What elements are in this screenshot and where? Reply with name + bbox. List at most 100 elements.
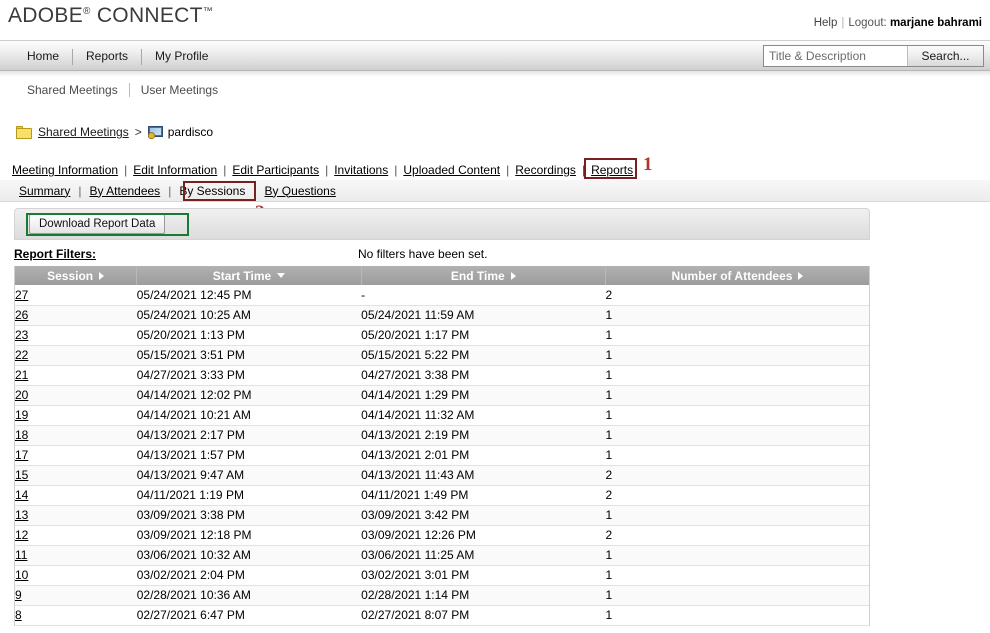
report-toolbar: Download Report Data	[14, 208, 870, 240]
sessions-table: Session Start Time End Time Number of At…	[15, 266, 869, 626]
subnav-item-user-meetings[interactable]: User Meetings	[130, 83, 229, 97]
cell-number-of-attendees: 1	[605, 305, 869, 326]
cell-end-time: 04/11/2021 1:49 PM	[361, 485, 606, 506]
cell-number-of-attendees: 1	[605, 505, 869, 526]
cell-start-time: 04/27/2021 3:33 PM	[136, 365, 362, 386]
session-link[interactable]: 15	[15, 468, 28, 482]
tab-meeting-information[interactable]: Meeting Information	[8, 163, 122, 177]
session-link[interactable]: 11	[15, 548, 27, 562]
tab-reports[interactable]: Reports	[587, 163, 637, 177]
cell-end-time: 03/02/2021 3:01 PM	[361, 565, 606, 586]
breadcrumb-link-shared-meetings[interactable]: Shared Meetings	[38, 125, 129, 139]
sort-arrow-right-icon	[798, 271, 804, 280]
table-row: 23 05/20/2021 1:13 PM 05/20/2021 1:17 PM 1	[15, 325, 869, 346]
session-link[interactable]: 17	[15, 448, 28, 462]
column-header-start-time-label: Start Time	[212, 268, 272, 283]
cell-session: 27	[15, 285, 137, 306]
cell-end-time: 03/06/2021 11:25 AM	[361, 545, 606, 566]
cell-end-time: 04/13/2021 11:43 AM	[361, 465, 606, 486]
tab-separator: |	[506, 163, 510, 177]
session-link[interactable]: 8	[15, 608, 22, 622]
cell-session: 20	[15, 385, 137, 406]
cell-end-time: 05/20/2021 1:17 PM	[361, 325, 606, 346]
cell-end-time: 03/09/2021 12:26 PM	[361, 525, 606, 546]
column-header-end-time[interactable]: End Time	[361, 266, 606, 285]
session-link[interactable]: 9	[15, 588, 22, 602]
meeting-tabs: Meeting Information | Edit Information |…	[0, 154, 990, 180]
trademark-mark-icon: ™	[202, 6, 214, 17]
session-link[interactable]: 19	[15, 408, 28, 422]
cell-number-of-attendees: 1	[605, 325, 869, 346]
report-filters-row: Report Filters: No filters have been set…	[0, 243, 990, 264]
tab-by-sessions[interactable]: By Sessions	[174, 184, 250, 198]
cell-session: 21	[15, 365, 137, 386]
cell-number-of-attendees: 2	[605, 525, 869, 546]
tab-invitations[interactable]: Invitations	[330, 163, 392, 177]
help-link[interactable]: Help	[814, 17, 838, 29]
primary-navbar: Home Reports My Profile Search...	[0, 40, 990, 71]
cell-number-of-attendees: 1	[605, 425, 869, 446]
cell-number-of-attendees: 1	[605, 365, 869, 386]
session-link[interactable]: 10	[15, 568, 28, 582]
session-link[interactable]: 21	[15, 368, 28, 382]
cell-start-time: 04/13/2021 1:57 PM	[136, 445, 362, 466]
breadcrumb-separator: >	[134, 125, 142, 139]
cell-end-time: 04/27/2021 3:38 PM	[361, 365, 606, 386]
sort-arrow-right-icon	[510, 271, 516, 280]
tab-by-questions[interactable]: By Questions	[259, 184, 340, 198]
tab-summary[interactable]: Summary	[14, 184, 75, 198]
session-link[interactable]: 26	[15, 308, 28, 322]
table-row: 26 05/24/2021 10:25 AM 05/24/2021 11:59 AM…	[15, 305, 869, 326]
cell-start-time: 03/09/2021 12:18 PM	[136, 525, 362, 546]
tab-edit-participants[interactable]: Edit Participants	[228, 163, 323, 177]
nav-item-reports[interactable]: Reports	[73, 41, 141, 72]
column-header-session[interactable]: Session	[15, 266, 138, 285]
table-row: 18 04/13/2021 2:17 PM 04/13/2021 2:19 PM 1	[15, 425, 869, 446]
session-link[interactable]: 23	[15, 328, 28, 342]
breadcrumb: Shared Meetings > pardisco	[0, 122, 990, 142]
table-row: 8 02/27/2021 6:47 PM 02/27/2021 8:07 PM 1	[15, 605, 869, 626]
cell-session: 26	[15, 305, 137, 326]
cell-start-time: 02/27/2021 6:47 PM	[136, 605, 362, 626]
table-row: 20 04/14/2021 12:02 PM 04/14/2021 1:29 PM 1	[15, 385, 869, 406]
breadcrumb-current-pardisco: pardisco	[167, 125, 214, 139]
user-name: marjane bahrami	[889, 17, 982, 29]
cell-number-of-attendees: 1	[605, 585, 869, 606]
download-report-data-button[interactable]: Download Report Data	[29, 214, 166, 234]
session-link[interactable]: 14	[15, 488, 28, 502]
session-link[interactable]: 18	[15, 428, 28, 442]
session-link[interactable]: 27	[15, 288, 28, 302]
session-link[interactable]: 13	[15, 508, 28, 522]
nav-item-my-profile[interactable]: My Profile	[142, 41, 221, 72]
search-input[interactable]	[764, 46, 907, 66]
cell-session: 14	[15, 485, 137, 506]
tab-separator: |	[581, 163, 586, 177]
cell-number-of-attendees: 1	[605, 385, 869, 406]
column-header-start-time[interactable]: Start Time	[136, 266, 362, 285]
subnav-item-shared-meetings[interactable]: Shared Meetings	[16, 83, 129, 97]
report-panel: Download Report Data	[14, 208, 870, 240]
table-row: 22 05/15/2021 3:51 PM 05/15/2021 5:22 PM 1	[15, 345, 869, 366]
cell-start-time: 05/24/2021 12:45 PM	[136, 285, 362, 306]
logout-link[interactable]: Logout:	[848, 17, 886, 29]
tab-recordings[interactable]: Recordings	[511, 163, 580, 177]
cell-number-of-attendees: 1	[605, 605, 869, 626]
session-link[interactable]: 12	[15, 528, 28, 542]
session-link[interactable]: 22	[15, 348, 28, 362]
tab-edit-information[interactable]: Edit Information	[129, 163, 221, 177]
tab-by-attendees[interactable]: By Attendees	[84, 184, 165, 198]
session-link[interactable]: 20	[15, 388, 28, 402]
cell-session: 13	[15, 505, 137, 526]
table-row: 21 04/27/2021 3:33 PM 04/27/2021 3:38 PM 1	[15, 365, 869, 386]
tab-uploaded-content[interactable]: Uploaded Content	[399, 163, 504, 177]
cell-number-of-attendees: 1	[605, 405, 869, 426]
nav-item-home[interactable]: Home	[14, 41, 72, 72]
cell-start-time: 03/02/2021 2:04 PM	[136, 565, 362, 586]
cell-end-time: 02/27/2021 8:07 PM	[361, 605, 606, 626]
adobe-connect-logo: ADOBE® CONNECT™	[8, 4, 213, 28]
table-row: 12 03/09/2021 12:18 PM 03/09/2021 12:26 PM…	[15, 525, 869, 546]
cell-session: 15	[15, 465, 137, 486]
cell-end-time: 03/09/2021 3:42 PM	[361, 505, 606, 526]
column-header-number-of-attendees[interactable]: Number of Attendees	[605, 266, 869, 285]
search-button[interactable]: Search...	[907, 46, 983, 66]
